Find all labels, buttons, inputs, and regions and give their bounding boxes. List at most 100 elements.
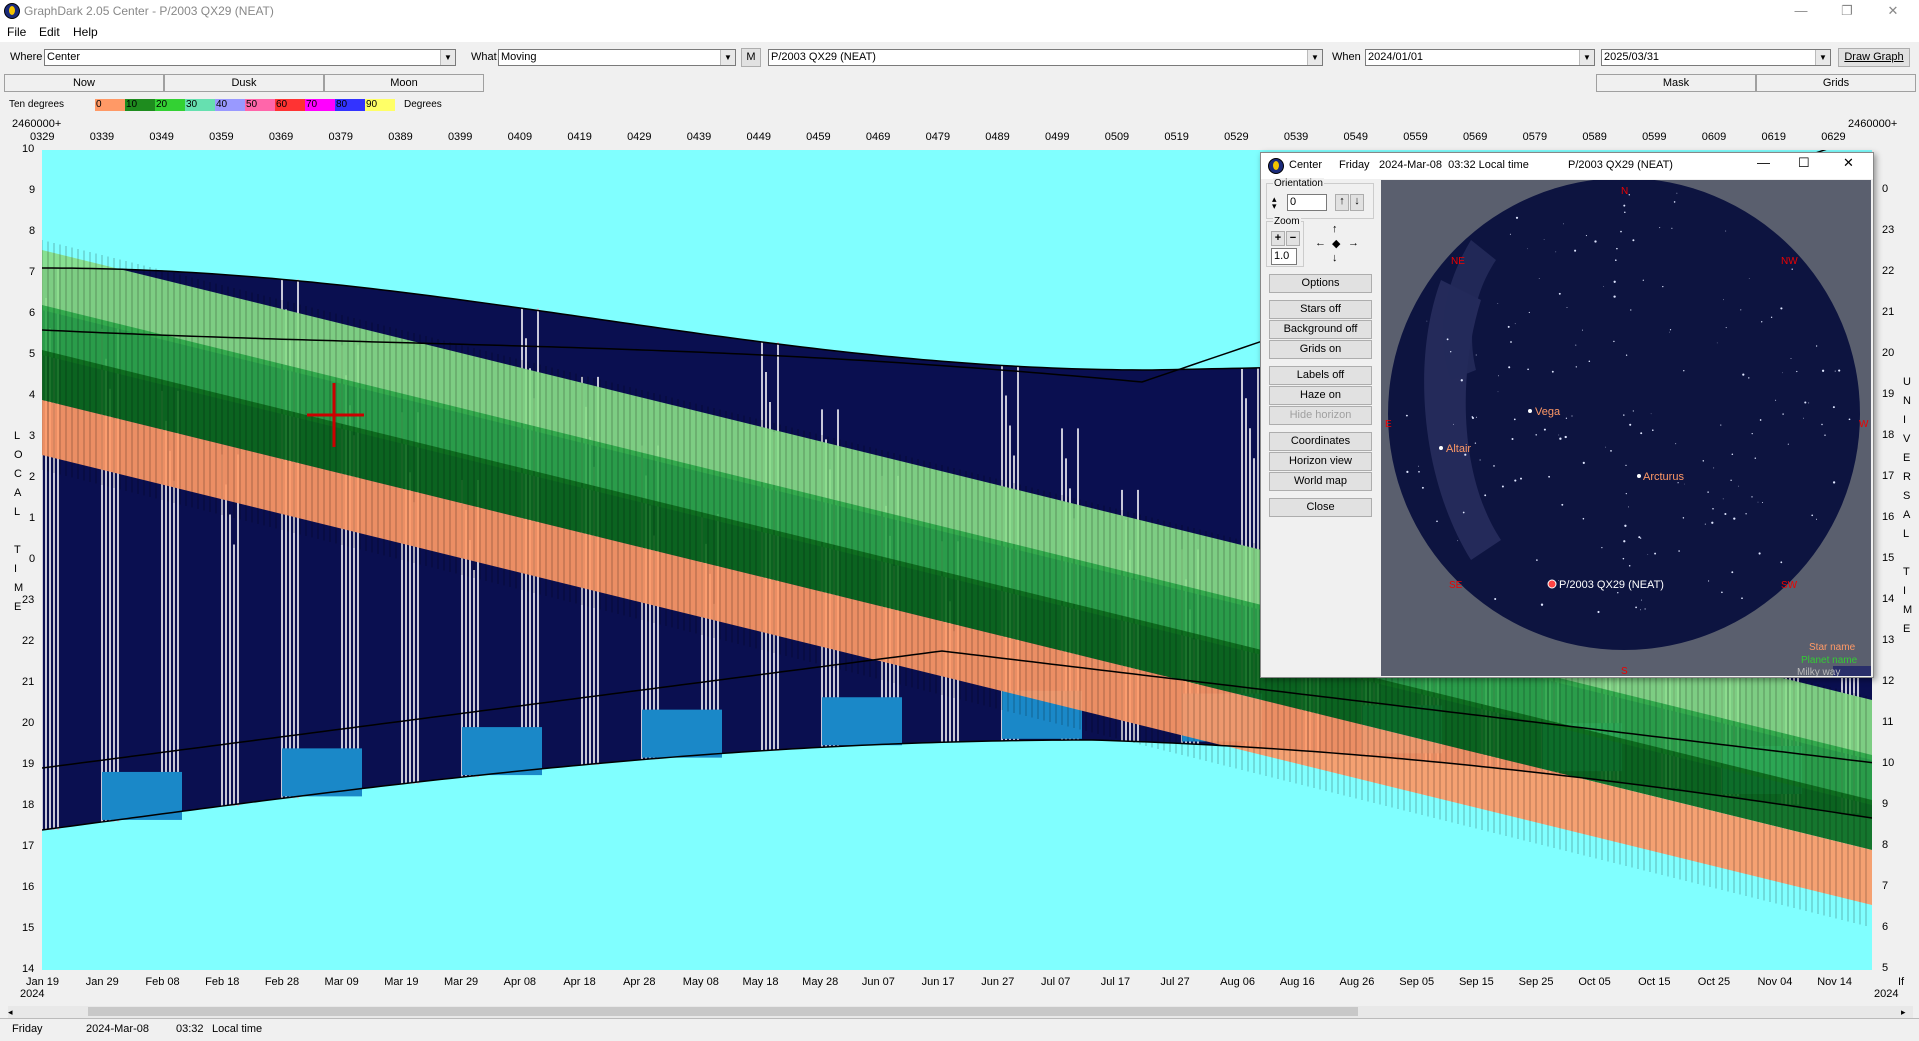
sky-button-stars-off[interactable]: Stars off — [1269, 300, 1372, 319]
tab-dusk[interactable]: Dusk — [164, 74, 324, 92]
status-zone: Local time — [212, 1023, 263, 1035]
star-dot — [1603, 286, 1605, 287]
zoom-out-icon[interactable]: − — [1286, 231, 1300, 246]
scroll-left-icon[interactable]: ◂ — [8, 1007, 13, 1018]
end-date-select[interactable]: 2025/03/31 ▼ — [1601, 49, 1831, 66]
left-axis-tick: 22 — [22, 635, 35, 647]
sky-button-hide-horizon[interactable]: Hide horizon — [1269, 406, 1372, 425]
sky-button-labels-off[interactable]: Labels off — [1269, 366, 1372, 385]
left-axis-tick: 17 — [22, 840, 35, 852]
m-button[interactable]: M — [741, 48, 761, 67]
right-axis-tick: 7 — [1882, 880, 1889, 892]
right-axis-title-letter: V — [1903, 433, 1911, 445]
menu-file[interactable]: File — [7, 25, 26, 39]
rotate-down-icon[interactable]: ↓ — [1350, 194, 1364, 211]
star-dot — [1815, 345, 1818, 347]
sky-button-coordinates[interactable]: Coordinates — [1269, 432, 1372, 451]
what-select[interactable]: Moving ▼ — [498, 49, 736, 66]
sky-button-world-map[interactable]: World map — [1269, 472, 1372, 491]
sky-maximize-button[interactable]: ☐ — [1798, 155, 1810, 171]
object-select[interactable]: P/2003 QX29 (NEAT) ▼ — [768, 49, 1323, 66]
pan-center-icon[interactable]: ◆ — [1332, 237, 1340, 250]
top-axis-tick: 0369 — [268, 131, 294, 143]
chevron-down-icon[interactable]: ▼ — [1307, 50, 1322, 65]
where-select[interactable]: Center ▼ — [44, 49, 456, 66]
left-axis-title-letter: O — [14, 449, 23, 461]
sky-close-button[interactable]: ✕ — [1843, 155, 1854, 171]
pan-down-icon[interactable]: ↓ — [1332, 252, 1338, 264]
pan-left-icon[interactable]: ← — [1315, 237, 1326, 249]
start-date-select[interactable]: 2024/01/01 ▼ — [1365, 49, 1595, 66]
bottom-axis-year-right: 2024 — [1874, 988, 1899, 1000]
chevron-down-icon[interactable]: ▼ — [1815, 50, 1830, 65]
star-altair — [1439, 446, 1443, 450]
maximize-button[interactable]: ❐ — [1824, 0, 1870, 22]
bottom-axis-tick: Aug 16 — [1279, 976, 1315, 988]
right-axis-tick: 16 — [1882, 511, 1895, 523]
sky-button-close[interactable]: Close — [1269, 498, 1372, 517]
legend-swatch-70: 70 — [305, 99, 335, 111]
star-dot — [1543, 428, 1546, 431]
menu-help[interactable]: Help — [73, 25, 98, 39]
chevron-down-icon[interactable]: ▼ — [720, 50, 735, 65]
sky-button-haze-on[interactable]: Haze on — [1269, 386, 1372, 405]
scroll-right-icon[interactable]: ▸ — [1901, 1007, 1906, 1018]
left-axis-tick: 4 — [29, 389, 36, 401]
top-axis-tick: 0549 — [1343, 131, 1369, 143]
scroll-thumb[interactable] — [88, 1007, 1358, 1016]
pan-right-icon[interactable]: → — [1348, 237, 1359, 249]
sky-view-window[interactable]: Center Friday 2024-Mar-08 03:32 Local ti… — [1260, 152, 1874, 678]
star-dot — [1761, 501, 1764, 504]
orientation-input[interactable]: 0 — [1287, 194, 1327, 211]
right-axis-tick: 14 — [1882, 593, 1895, 605]
legend-swatch-0: 0 — [95, 99, 125, 111]
minimize-button[interactable]: — — [1778, 0, 1824, 22]
chevron-down-icon[interactable]: ▼ — [1579, 50, 1594, 65]
star-dot — [1511, 438, 1514, 440]
left-axis-tick: 1 — [29, 512, 36, 524]
tab-moon[interactable]: Moon — [324, 74, 484, 92]
star-dot — [1582, 329, 1583, 331]
zoom-input[interactable]: 1.0 — [1271, 248, 1297, 265]
left-axis-title-letter: L — [14, 430, 21, 442]
zoom-in-icon[interactable]: + — [1271, 231, 1285, 246]
legend-swatch-30: 30 — [185, 99, 215, 111]
tab-mask[interactable]: Mask — [1596, 74, 1756, 92]
left-axis-title-letter: E — [14, 601, 22, 613]
star-dot — [1418, 470, 1420, 473]
right-axis-tick: 22 — [1882, 265, 1895, 277]
star-dot — [1682, 517, 1685, 519]
star-dot — [1669, 331, 1670, 333]
rotate-up-icon[interactable]: ↑ — [1335, 194, 1349, 211]
chevron-down-icon[interactable]: ▼ — [440, 50, 455, 65]
sky-chart[interactable]: N NE NW E W SE SW S Vega Altair Arcturus… — [1381, 180, 1871, 676]
sky-place: Center — [1289, 159, 1323, 171]
star-dot — [1528, 311, 1530, 314]
legend-swatch-20: 20 — [155, 99, 185, 111]
pan-control[interactable]: ↑ ← ◆ → ↓ — [1313, 223, 1363, 269]
top-axis-tick: 0419 — [567, 131, 592, 143]
tab-now[interactable]: Now — [4, 74, 164, 92]
star-dot — [1745, 513, 1747, 515]
star-dot — [1720, 424, 1722, 426]
target-marker[interactable] — [1547, 579, 1557, 589]
tab-grids[interactable]: Grids — [1756, 74, 1916, 92]
star-dot — [1780, 307, 1783, 310]
toolbar: Where Center ▼ What Moving ▼ M P/2003 QX29… — [0, 44, 1919, 70]
sky-button-background-off[interactable]: Background off — [1269, 320, 1372, 339]
pan-up-icon[interactable]: ↑ — [1332, 223, 1338, 235]
sky-minimize-button[interactable]: — — [1757, 155, 1770, 170]
star-dot — [1725, 230, 1727, 232]
star-dot — [1551, 370, 1554, 373]
orientation-spin[interactable]: ▴ ▾ — [1272, 195, 1284, 211]
star-dot — [1597, 610, 1600, 614]
sky-button-options[interactable]: Options — [1269, 274, 1372, 293]
draw-graph-button[interactable]: Draw Graph — [1838, 48, 1910, 67]
menu-edit[interactable]: Edit — [39, 25, 60, 39]
horizontal-scrollbar[interactable]: ◂ ▸ — [8, 1006, 1913, 1018]
sky-button-grids-on[interactable]: Grids on — [1269, 340, 1372, 359]
star-dot — [1625, 354, 1628, 356]
right-axis-title-letter: I — [1903, 414, 1907, 426]
close-button[interactable]: ✕ — [1870, 0, 1916, 22]
sky-button-horizon-view[interactable]: Horizon view — [1269, 452, 1372, 471]
